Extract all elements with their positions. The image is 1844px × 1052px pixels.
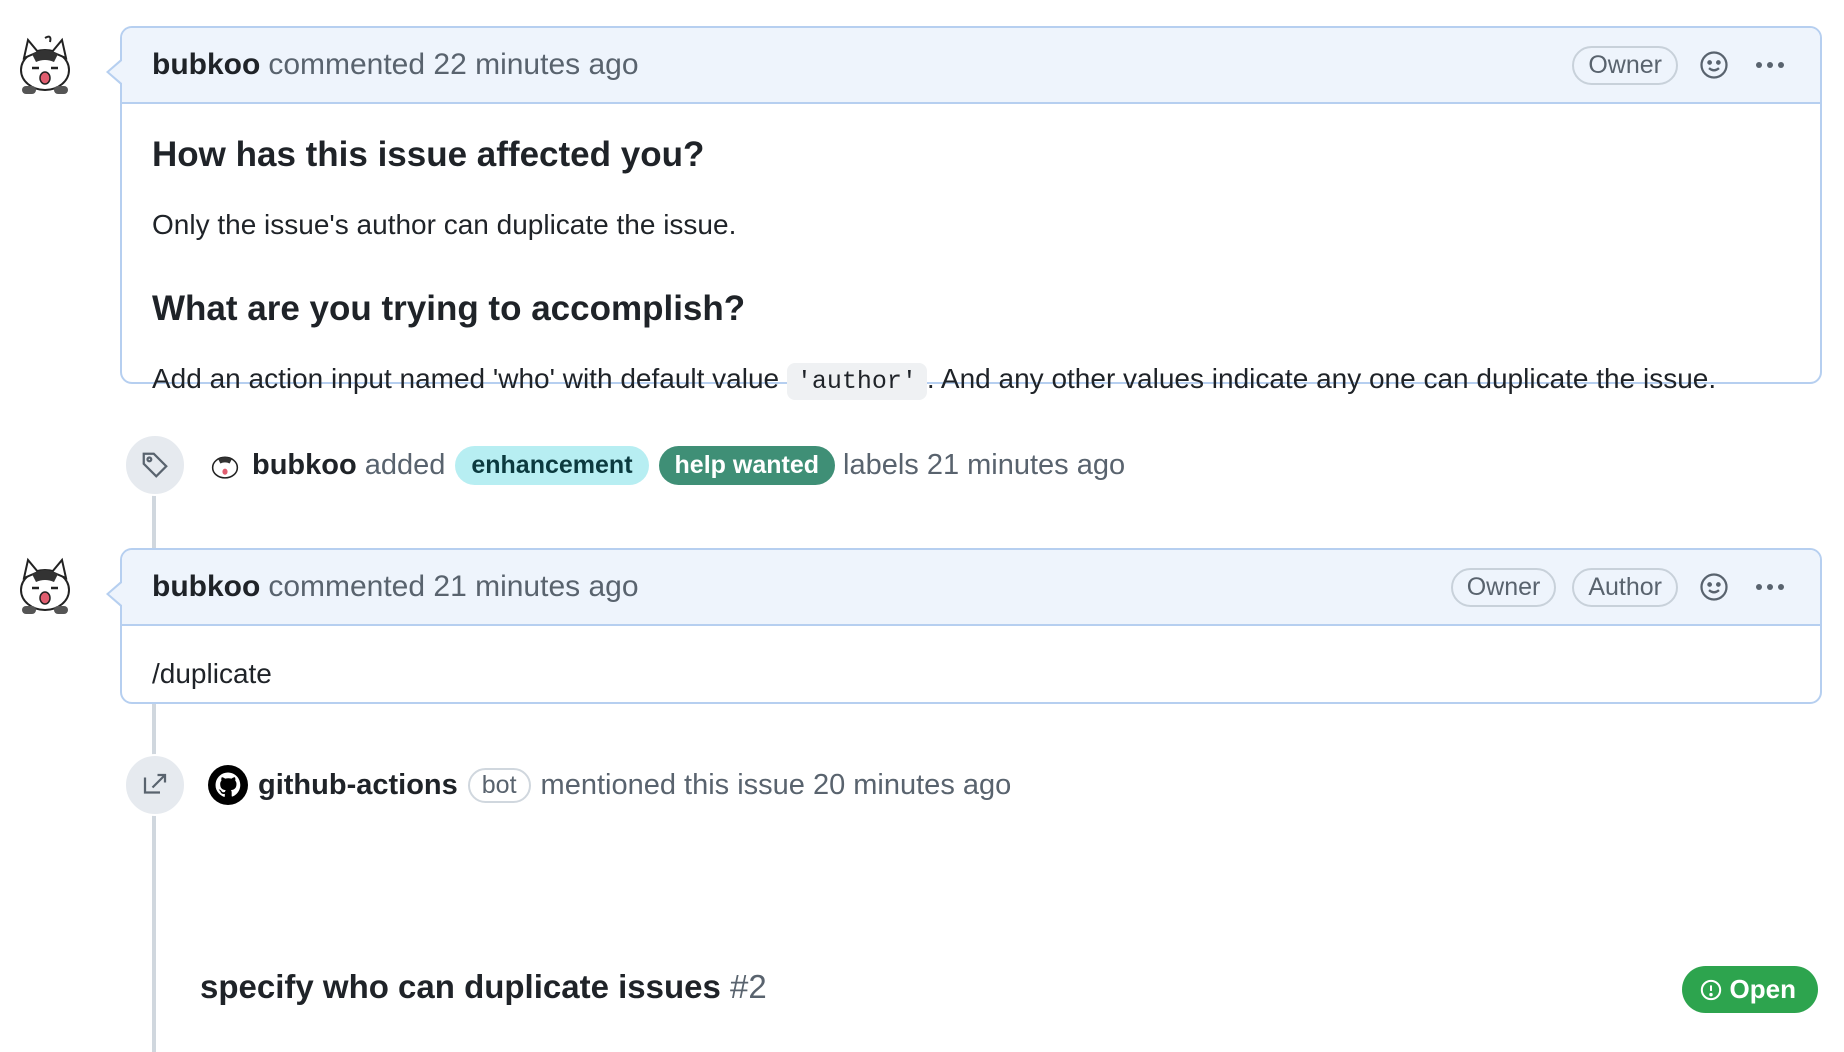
cross-reference-icon bbox=[124, 754, 186, 816]
event-actor[interactable]: bubkoo bbox=[252, 449, 357, 482]
event-actor[interactable]: github-actions bbox=[258, 769, 458, 802]
referenced-issue-link[interactable]: specify who can duplicate issues #2 bbox=[200, 968, 767, 1006]
comment-body: How has this issue affected you? Only th… bbox=[122, 104, 1820, 429]
paragraph: Only the issue's author can duplicate th… bbox=[152, 209, 737, 240]
paragraph-text: . And any other values indicate any one … bbox=[926, 363, 1717, 395]
label-help-wanted[interactable]: help wanted bbox=[658, 445, 835, 485]
author-badge: Author bbox=[1572, 567, 1678, 607]
mention-event: github-actions bot mentioned this issue … bbox=[124, 754, 1011, 816]
comment-timestamp[interactable]: commented 21 minutes ago bbox=[268, 570, 638, 604]
smiley-icon[interactable] bbox=[1694, 45, 1734, 85]
owner-badge: Owner bbox=[1572, 45, 1678, 85]
comment-card: bubkoo commented 21 minutes ago Owner Au… bbox=[106, 548, 1822, 704]
referenced-issue-title[interactable]: specify who can duplicate issues bbox=[200, 968, 721, 1005]
comment-author[interactable]: bubkoo bbox=[152, 570, 260, 604]
section-heading: How has this issue affected you? bbox=[152, 135, 705, 174]
comment-author[interactable]: bubkoo bbox=[152, 48, 260, 82]
issue-state-badge: Open bbox=[1681, 966, 1818, 1013]
paragraph: Add an action input named 'who' with def… bbox=[152, 359, 1790, 401]
label-event: bubkoo added enhancement help wanted lab… bbox=[124, 434, 1125, 496]
timeline-line bbox=[152, 450, 156, 1052]
owner-badge: Owner bbox=[1450, 567, 1557, 607]
label-enhancement[interactable]: enhancement bbox=[455, 445, 649, 485]
paragraph: /duplicate bbox=[152, 658, 272, 689]
kebab-menu-icon[interactable] bbox=[1750, 45, 1790, 85]
comment-timestamp[interactable]: commented 22 minutes ago bbox=[268, 48, 638, 82]
github-logo-icon[interactable] bbox=[208, 765, 248, 805]
kebab-menu-icon[interactable] bbox=[1750, 567, 1790, 607]
issue-open-icon bbox=[1700, 979, 1721, 1000]
inline-code: 'author' bbox=[786, 363, 927, 401]
paragraph-text: Add an action input named 'who' with def… bbox=[152, 363, 787, 395]
user-avatar[interactable] bbox=[208, 448, 242, 482]
section-heading: What are you trying to accomplish? bbox=[152, 289, 746, 329]
comment-header: bubkoo commented 22 minutes ago Owner bbox=[122, 28, 1820, 104]
smiley-icon[interactable] bbox=[1694, 567, 1734, 607]
event-suffix: labels 21 minutes ago bbox=[843, 448, 1126, 481]
user-avatar[interactable] bbox=[12, 552, 78, 618]
user-avatar[interactable] bbox=[12, 32, 78, 98]
issue-state-label: Open bbox=[1729, 974, 1796, 1004]
comment-card: bubkoo commented 22 minutes ago Owner Ho… bbox=[106, 26, 1822, 401]
comment-body: /duplicate bbox=[122, 626, 1820, 723]
bot-badge: bot bbox=[467, 767, 531, 803]
referenced-issue-number[interactable]: #2 bbox=[730, 968, 767, 1005]
event-verb: added bbox=[364, 448, 446, 481]
event-text[interactable]: mentioned this issue 20 minutes ago bbox=[541, 769, 1012, 802]
comment-header: bubkoo commented 21 minutes ago Owner Au… bbox=[122, 550, 1820, 626]
tag-icon bbox=[124, 434, 186, 496]
